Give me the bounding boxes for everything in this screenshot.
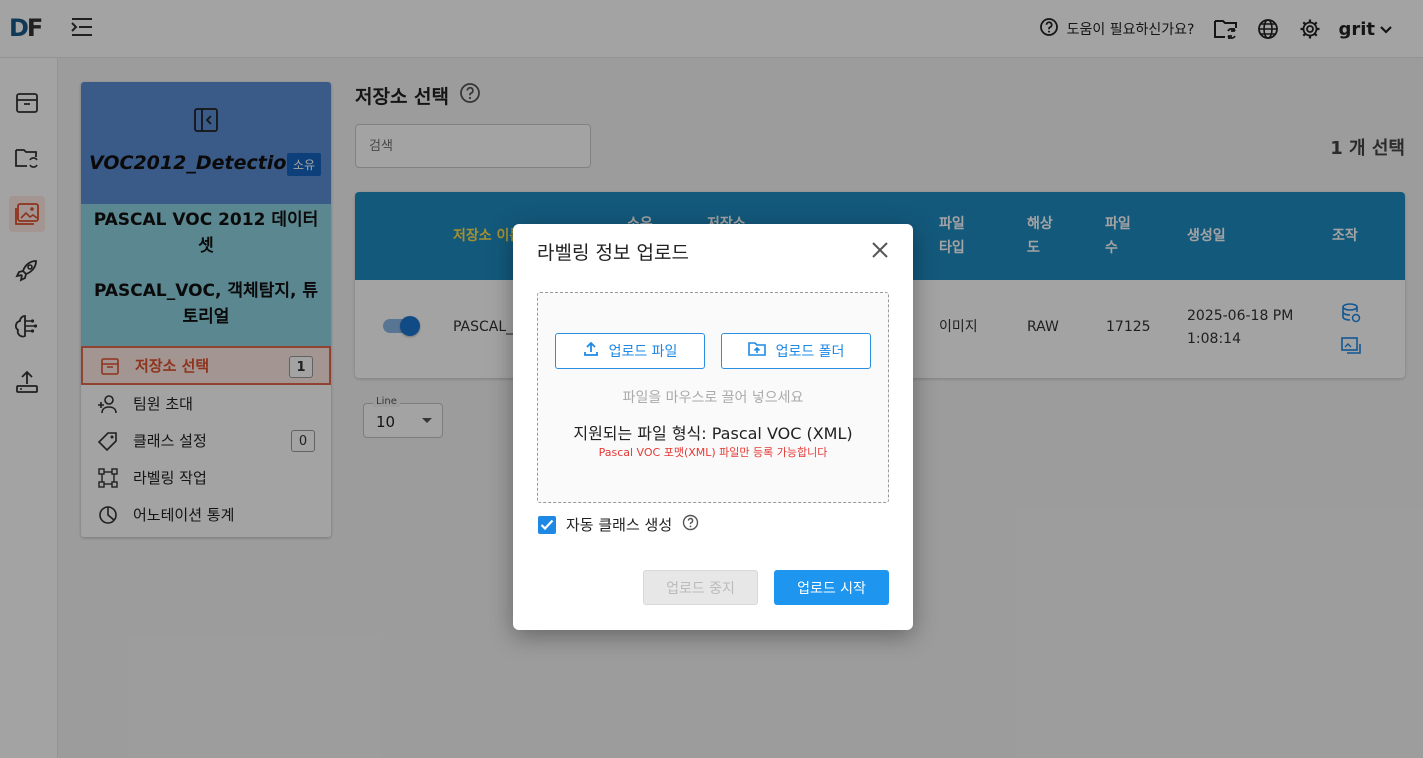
auto-class-label: 자동 클래스 생성 [566,516,673,534]
supported-formats: 지원되는 파일 형식: Pascal VOC (XML) [573,424,853,443]
auto-class-checkbox[interactable] [538,515,556,534]
start-upload-button[interactable]: 업로드 시작 [774,570,889,605]
auto-class-option[interactable]: 자동 클래스 생성 [538,514,699,535]
upload-folder-label: 업로드 폴더 [775,344,845,360]
modal-title: 라벨링 정보 업로드 [537,242,689,264]
drop-hint: 파일을 마우스로 끌어 넣으세요 [622,390,804,406]
stop-upload-button[interactable]: 업로드 중지 [643,570,758,605]
close-icon[interactable] [871,241,889,259]
upload-file-button[interactable]: 업로드 파일 [555,333,705,369]
upload-labeling-modal: 라벨링 정보 업로드 업로드 파일 업로드 폴더 파일을 마우스로 끌어 넣으세… [513,224,913,630]
format-warning: Pascal VOC 포맷(XML) 파일만 등록 가능합니다 [598,446,828,459]
upload-icon [583,341,599,361]
upload-folder-button[interactable]: 업로드 폴더 [721,333,871,369]
file-dropzone[interactable]: 업로드 파일 업로드 폴더 파일을 마우스로 끌어 넣으세요 지원되는 파일 형… [537,292,889,503]
upload-file-label: 업로드 파일 [608,344,678,360]
folder-upload-icon [747,341,766,361]
help-circle-icon[interactable] [682,514,699,535]
